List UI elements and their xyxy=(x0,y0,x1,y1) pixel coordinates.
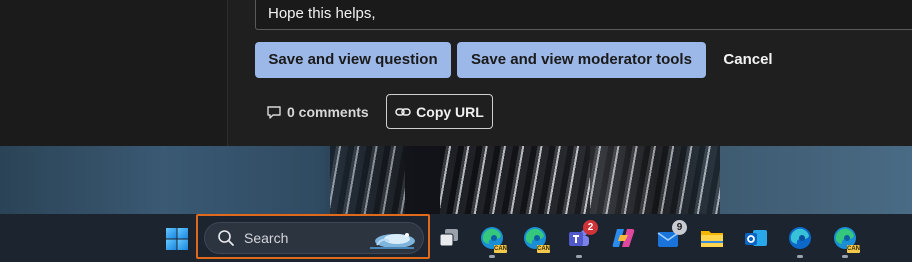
comment-icon xyxy=(267,106,281,119)
search-icon xyxy=(218,230,234,246)
edge-canary-icon[interactable]: CAN xyxy=(522,225,550,253)
save-and-view-question-button[interactable]: Save and view question xyxy=(255,42,451,78)
edge-icon[interactable] xyxy=(787,225,813,251)
search-placeholder: Search xyxy=(244,230,289,246)
teams-icon[interactable]: 2 xyxy=(566,220,598,251)
copilot-icon[interactable] xyxy=(610,225,636,251)
windows-start-icon[interactable] xyxy=(166,228,188,250)
answer-editor-text: Hope this helps, xyxy=(268,5,376,22)
link-icon xyxy=(395,107,411,116)
mail-icon[interactable]: 9 xyxy=(655,220,687,251)
outlook-icon[interactable] xyxy=(743,225,769,251)
canary-badge: CAN xyxy=(494,245,507,253)
wallpaper-rock-right xyxy=(590,146,720,214)
copy-url-label: Copy URL xyxy=(416,103,484,120)
running-indicator xyxy=(489,255,495,258)
comments-link[interactable]: 0 comments xyxy=(266,100,369,124)
answer-editor[interactable]: Hope this helps, xyxy=(255,0,912,30)
desktop-wallpaper xyxy=(0,146,912,214)
running-indicator xyxy=(576,255,582,258)
cancel-button[interactable]: Cancel xyxy=(716,42,780,78)
search-highlight-art-icon xyxy=(370,233,415,249)
running-indicator xyxy=(842,255,848,258)
copy-url-button[interactable]: Copy URL xyxy=(386,94,493,129)
edge-canary-icon[interactable]: CAN xyxy=(832,225,860,253)
wallpaper-rock-texture xyxy=(330,146,405,214)
edge-canary-icon[interactable]: CAN xyxy=(479,225,507,253)
teams-notification-badge: 2 xyxy=(583,220,598,235)
comments-label: 0 comments xyxy=(287,104,369,120)
save-and-view-moderator-tools-button[interactable]: Save and view moderator tools xyxy=(457,42,706,78)
wallpaper-rock-highlight xyxy=(440,146,590,214)
wallpaper-rock-shadow xyxy=(405,146,440,214)
file-explorer-icon[interactable] xyxy=(699,225,725,251)
question-edit-page: Hope this helps, Save and view question … xyxy=(0,0,912,146)
taskbar-search-box[interactable]: Search xyxy=(204,222,424,254)
taskbar: Search CAN CAN 2 9 CAN xyxy=(0,214,912,262)
mail-notification-badge: 9 xyxy=(672,220,687,235)
task-view-icon[interactable] xyxy=(436,225,462,251)
canary-badge: CAN xyxy=(537,245,550,253)
left-sidebar xyxy=(0,0,228,146)
running-indicator xyxy=(797,255,803,258)
canary-badge: CAN xyxy=(847,245,860,253)
